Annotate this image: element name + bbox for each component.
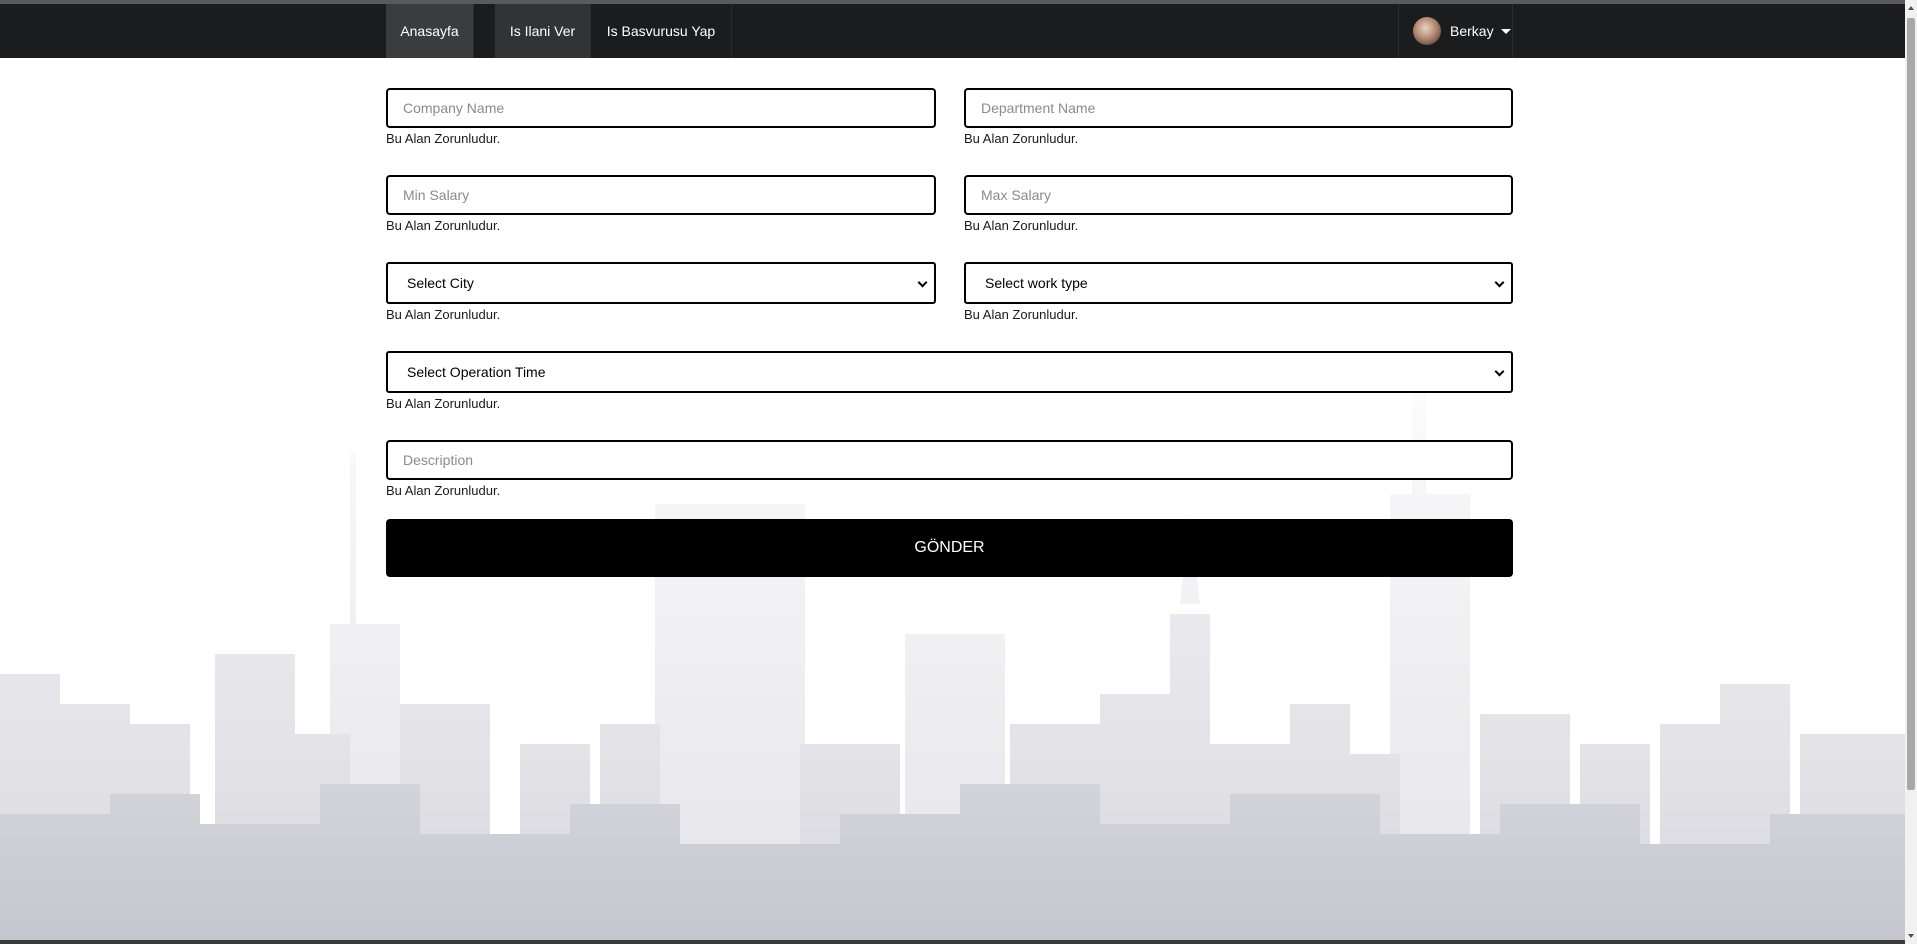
city-select-value: Select City: [407, 275, 474, 291]
operation-time-select-value: Select Operation Time: [407, 364, 546, 380]
operation-time-select[interactable]: Select Operation Time: [386, 351, 1513, 393]
scrollbar-thumb[interactable]: [1907, 18, 1915, 790]
vertical-scrollbar[interactable]: [1905, 0, 1917, 944]
min-salary-input[interactable]: Min Salary: [386, 175, 936, 215]
nav-item-anasayfa[interactable]: Anasayfa: [386, 4, 474, 58]
navbar-container: Anasayfa Is Ilani Ver Is Basvurusu Yap B…: [386, 4, 1513, 58]
min-salary-error: Bu Alan Zorunludur.: [386, 218, 501, 233]
department-name-input[interactable]: Department Name: [964, 88, 1513, 128]
company-name-error: Bu Alan Zorunludur.: [386, 131, 501, 146]
work-type-select[interactable]: Select work type: [964, 262, 1513, 304]
scroll-up-icon[interactable]: [1908, 6, 1914, 10]
chevron-down-icon: [1494, 277, 1505, 288]
city-error: Bu Alan Zorunludur.: [386, 307, 501, 322]
department-name-error: Bu Alan Zorunludur.: [964, 131, 1079, 146]
top-navbar: Anasayfa Is Ilani Ver Is Basvurusu Yap B…: [0, 4, 1917, 58]
nav-item-is-ilani-ver[interactable]: Is Ilani Ver: [495, 4, 591, 58]
nav-item-is-basvurusu-yap[interactable]: Is Basvurusu Yap: [591, 4, 732, 58]
city-select[interactable]: Select City: [386, 262, 936, 304]
description-error: Bu Alan Zorunludur.: [386, 483, 501, 498]
company-name-input[interactable]: Company Name: [386, 88, 936, 128]
chevron-down-icon: [917, 277, 928, 288]
window-bottom-border: [0, 940, 1905, 944]
max-salary-error: Bu Alan Zorunludur.: [964, 218, 1079, 233]
user-menu[interactable]: Berkay: [1398, 4, 1513, 58]
submit-button[interactable]: GÖNDER: [386, 519, 1513, 577]
description-input[interactable]: Description: [386, 440, 1513, 480]
user-name: Berkay: [1450, 23, 1494, 39]
max-salary-input[interactable]: Max Salary: [964, 175, 1513, 215]
scroll-down-icon[interactable]: [1908, 934, 1914, 938]
city-skyline-background: [0, 58, 1905, 944]
chevron-down-icon: [1494, 366, 1505, 377]
caret-down-icon: [1501, 29, 1511, 34]
work-type-select-value: Select work type: [985, 275, 1088, 291]
operation-time-error: Bu Alan Zorunludur.: [386, 396, 501, 411]
work-type-error: Bu Alan Zorunludur.: [964, 307, 1079, 322]
avatar: [1413, 17, 1441, 45]
